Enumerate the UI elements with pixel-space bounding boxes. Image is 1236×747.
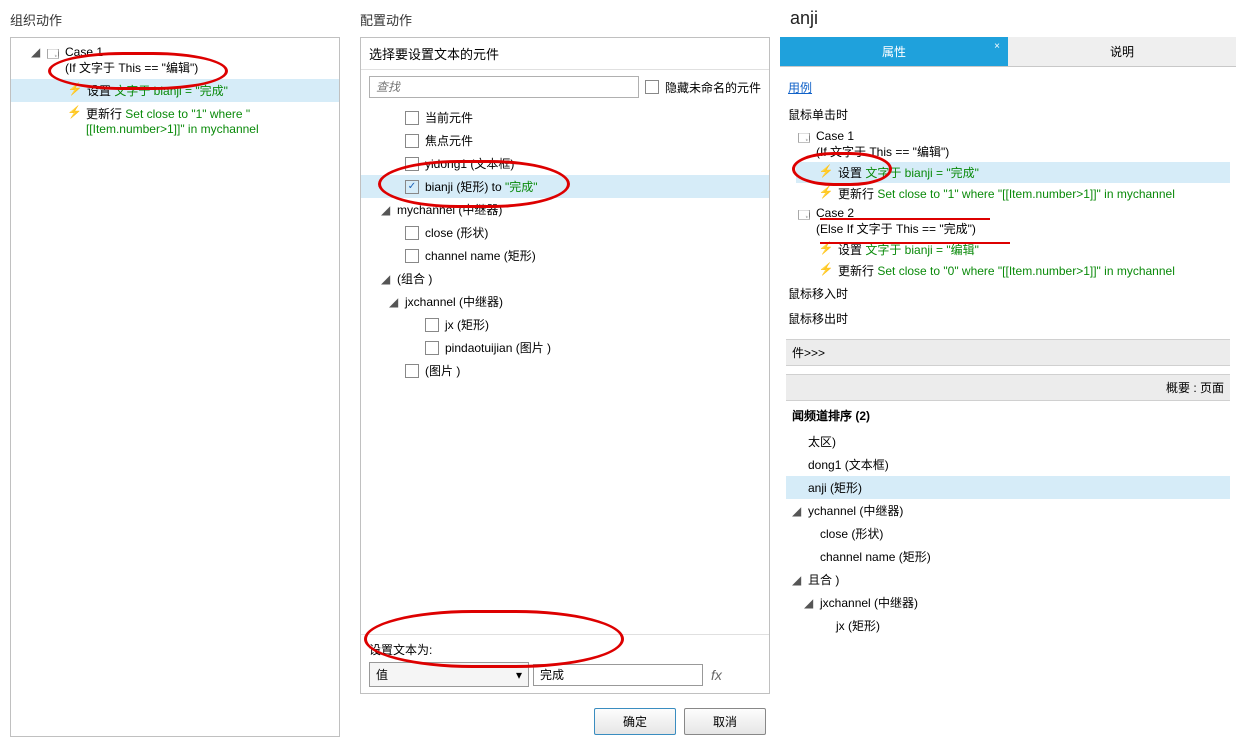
widget-mychannel[interactable]: ◢mychannel (中继器) (361, 198, 769, 221)
search-input[interactable] (369, 76, 639, 98)
widget-tree[interactable]: 当前元件 焦点元件 yidong1 (文本框) ✓bianji (矩形) to … (361, 104, 769, 634)
action-row-set-text[interactable]: ⚡ 设置 文字于 bianji = "完成" (11, 79, 339, 102)
widget-close[interactable]: close (形状) (361, 221, 769, 244)
outline-item-bianji[interactable]: anji (矩形) (786, 476, 1230, 499)
case1-action-set-text[interactable]: ⚡ 设置 文字于 bianji = "完成" (796, 162, 1230, 183)
widget-group[interactable]: ◢(组合 ) (361, 267, 769, 290)
widget-name-title: anji (780, 0, 1236, 37)
case-icon: 🗔 (45, 45, 61, 66)
outline-item[interactable]: dong1 (文本框) (786, 453, 1230, 476)
action-row-update-row[interactable]: ⚡ 更新行 Set close to "1" where "[[Item.num… (11, 102, 339, 139)
case2-action-set-text[interactable]: ⚡ 设置 文字于 bianji = "编辑" (796, 239, 1230, 260)
event-onmousein[interactable]: 鼠标移入时 (786, 281, 1230, 306)
configure-action-title: 配置动作 (354, 6, 776, 33)
more-events-header[interactable]: 件>>> (786, 339, 1230, 366)
widget-image[interactable]: (图片 ) (361, 359, 769, 382)
organize-actions-panel: 组织动作 ◢ 🗔 Case 1(If 文字于 This == "编辑") ⚡ 设… (0, 0, 350, 747)
case-text: Case 1(If 文字于 This == "编辑") (816, 129, 949, 160)
inspector-panel: anji 属性× 说明 用例 鼠标单击时 🗔 Case 1(If 文字于 Thi… (780, 0, 1236, 747)
outline-item[interactable]: jx (矩形) (786, 614, 1230, 637)
action-text: 更新行 Set close to "1" where "[[Item.numbe… (86, 105, 335, 136)
widget-channel-name[interactable]: channel name (矩形) (361, 244, 769, 267)
expand-arrow-icon: ◢ (381, 272, 391, 286)
case-2[interactable]: 🗔 Case 2(Else If 文字于 This == "完成") (796, 204, 1230, 239)
outline-page-title[interactable]: 闻频道排序 (2) (786, 401, 1230, 430)
widget-bianji[interactable]: ✓bianji (矩形) to "完成" (361, 175, 769, 198)
hide-unnamed-checkbox[interactable] (645, 80, 659, 94)
case1-action-update-row[interactable]: ⚡ 更新行 Set close to "1" where "[[Item.num… (796, 183, 1230, 204)
search-row: 隐藏未命名的元件 (361, 70, 769, 104)
event-onclick[interactable]: 鼠标单击时 (786, 102, 1230, 127)
ok-button[interactable]: 确定 (594, 708, 676, 735)
outline-item[interactable]: ◢ychannel (中继器) (786, 499, 1230, 522)
value-input[interactable] (533, 664, 703, 686)
case-icon: 🗔 (796, 206, 812, 227)
bolt-icon: ⚡ (67, 105, 82, 119)
expand-arrow-icon: ◢ (804, 596, 814, 610)
actions-tree[interactable]: ◢ 🗔 Case 1(If 文字于 This == "编辑") ⚡ 设置 文字于… (10, 37, 340, 737)
set-text-area: 设置文本为: 值▾ fx (361, 634, 769, 693)
close-icon: × (994, 41, 1000, 52)
case-icon: 🗔 (796, 129, 812, 150)
expand-arrow-icon: ◢ (389, 295, 399, 309)
chevron-down-icon: ▾ (516, 668, 522, 682)
widget-focused[interactable]: 焦点元件 (361, 129, 769, 152)
tab-notes[interactable]: 说明 (1008, 37, 1236, 66)
hide-unnamed-label: 隐藏未命名的元件 (665, 79, 761, 96)
bolt-icon: ⚡ (67, 82, 83, 96)
inspector-tabs: 属性× 说明 (780, 37, 1236, 67)
checkbox-checked-icon: ✓ (405, 180, 419, 194)
expand-arrow-icon: ◢ (792, 504, 802, 518)
cancel-button[interactable]: 取消 (684, 708, 766, 735)
bolt-icon: ⚡ (818, 262, 834, 276)
case2-action-update-row[interactable]: ⚡ 更新行 Set close to "0" where "[[Item.num… (796, 260, 1230, 281)
bolt-icon: ⚡ (818, 185, 834, 199)
widget-current[interactable]: 当前元件 (361, 106, 769, 129)
value-type-dropdown[interactable]: 值▾ (369, 662, 529, 687)
fx-button[interactable]: fx (707, 667, 726, 683)
organize-actions-title: 组织动作 (4, 6, 346, 33)
widget-jx[interactable]: jx (矩形) (361, 313, 769, 336)
outline-item[interactable]: close (形状) (786, 522, 1230, 545)
outline-item[interactable]: channel name (矩形) (786, 545, 1230, 568)
outline-header: 概要 : 页面 (786, 374, 1230, 401)
expand-arrow-icon: ◢ (381, 203, 391, 217)
set-text-label: 设置文本为: (369, 641, 761, 658)
widget-pindaotuijian[interactable]: pindaotuijian (图片 ) (361, 336, 769, 359)
expand-arrow-icon[interactable]: ◢ (31, 45, 43, 59)
expand-arrow-icon: ◢ (792, 573, 802, 587)
bolt-icon: ⚡ (818, 241, 834, 255)
widget-yidong1[interactable]: yidong1 (文本框) (361, 152, 769, 175)
outline-item[interactable]: ◢jxchannel (中继器) (786, 591, 1230, 614)
outline-item[interactable]: ◢且合 ) (786, 568, 1230, 591)
action-text: 设置 文字于 bianji = "完成" (87, 82, 228, 99)
case-1[interactable]: 🗔 Case 1(If 文字于 This == "编辑") (796, 127, 1230, 162)
case-label: Case 1(If 文字于 This == "编辑") (65, 45, 198, 76)
event-onmouseout[interactable]: 鼠标移出时 (786, 306, 1230, 331)
dialog-buttons: 确定 取消 (354, 698, 776, 741)
outline-item[interactable]: 太区) (786, 430, 1230, 453)
widget-jxchannel[interactable]: ◢jxchannel (中继器) (361, 290, 769, 313)
configure-action-panel: 配置动作 选择要设置文本的元件 隐藏未命名的元件 当前元件 焦点元件 yidon… (350, 0, 780, 747)
case-row[interactable]: ◢ 🗔 Case 1(If 文字于 This == "编辑") (11, 42, 339, 79)
configure-action-box: 选择要设置文本的元件 隐藏未命名的元件 当前元件 焦点元件 yidong1 (文… (360, 37, 770, 694)
bolt-icon: ⚡ (818, 164, 834, 178)
select-widget-header: 选择要设置文本的元件 (361, 38, 769, 70)
tab-properties[interactable]: 属性× (780, 37, 1008, 66)
add-case-link[interactable]: 用例 (788, 79, 812, 96)
